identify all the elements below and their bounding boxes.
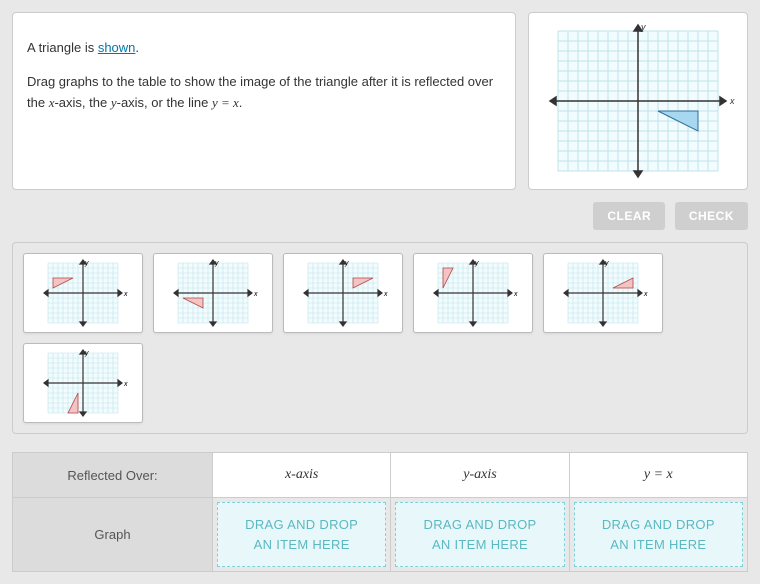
- svg-text:y: y: [84, 260, 89, 267]
- text: .: [239, 95, 243, 110]
- svg-text:x: x: [643, 291, 648, 298]
- options-panel: x y x y: [12, 242, 748, 434]
- text: A triangle is: [27, 40, 98, 55]
- svg-text:x: x: [383, 291, 388, 298]
- text: -axis, the: [54, 95, 110, 110]
- header-reflected-over: Reflected Over:: [13, 453, 213, 498]
- drop-text-2: AN ITEM HERE: [610, 537, 706, 552]
- shown-link[interactable]: shown: [98, 40, 136, 55]
- option-card-5[interactable]: x y: [543, 253, 663, 333]
- drop-zone-x-axis[interactable]: DRAG AND DROP AN ITEM HERE: [217, 502, 386, 567]
- clear-button[interactable]: CLEAR: [593, 202, 665, 230]
- reference-graph: x y: [538, 21, 738, 181]
- option-card-6[interactable]: x y: [23, 343, 143, 423]
- drop-zone-y-axis[interactable]: DRAG AND DROP AN ITEM HERE: [395, 502, 564, 567]
- option-graph-3: x y: [298, 258, 388, 328]
- drop-zone-y-eq-x[interactable]: DRAG AND DROP AN ITEM HERE: [574, 502, 743, 567]
- drop-text-2: AN ITEM HERE: [254, 537, 350, 552]
- svg-text:y: y: [214, 260, 219, 267]
- col-header-y-eq-x: y = x: [569, 453, 747, 498]
- action-buttons: CLEAR CHECK: [12, 202, 748, 230]
- option-card-3[interactable]: x y: [283, 253, 403, 333]
- instruction-line-2: Drag graphs to the table to show the ima…: [27, 72, 501, 114]
- instructions-panel: A triangle is shown. Drag graphs to the …: [12, 12, 516, 190]
- col-header-y-axis: y-axis: [391, 453, 569, 498]
- drop-text-1: DRAG AND DROP: [245, 517, 358, 532]
- drop-text-2: AN ITEM HERE: [432, 537, 528, 552]
- option-graph-2: x y: [168, 258, 258, 328]
- axis-x-label: x: [729, 96, 735, 106]
- option-graph-6: x y: [38, 348, 128, 418]
- reference-graph-panel: x y: [528, 12, 748, 190]
- svg-text:y: y: [344, 260, 349, 267]
- option-card-2[interactable]: x y: [153, 253, 273, 333]
- svg-text:x: x: [253, 291, 258, 298]
- option-graph-5: x y: [558, 258, 648, 328]
- text: -axis, or the line: [117, 95, 212, 110]
- drop-text-1: DRAG AND DROP: [602, 517, 715, 532]
- axis-y-label: y: [640, 22, 646, 32]
- drop-text-1: DRAG AND DROP: [424, 517, 537, 532]
- option-card-4[interactable]: x y: [413, 253, 533, 333]
- instruction-line-1: A triangle is shown.: [27, 38, 501, 59]
- eq-yx: y = x: [212, 95, 239, 110]
- option-graph-4: x y: [428, 258, 518, 328]
- col-header-x-axis: x-axis: [213, 453, 391, 498]
- svg-text:x: x: [123, 381, 128, 388]
- answer-table: Reflected Over: x-axis y-axis y = x Grap…: [12, 452, 748, 572]
- check-button[interactable]: CHECK: [675, 202, 748, 230]
- svg-text:x: x: [513, 291, 518, 298]
- text: .: [135, 40, 139, 55]
- svg-text:y: y: [604, 260, 609, 267]
- svg-text:x: x: [123, 291, 128, 298]
- option-graph-1: x y: [38, 258, 128, 328]
- option-card-1[interactable]: x y: [23, 253, 143, 333]
- row-label-graph: Graph: [13, 498, 213, 572]
- svg-text:y: y: [474, 260, 479, 267]
- svg-text:y: y: [84, 350, 89, 357]
